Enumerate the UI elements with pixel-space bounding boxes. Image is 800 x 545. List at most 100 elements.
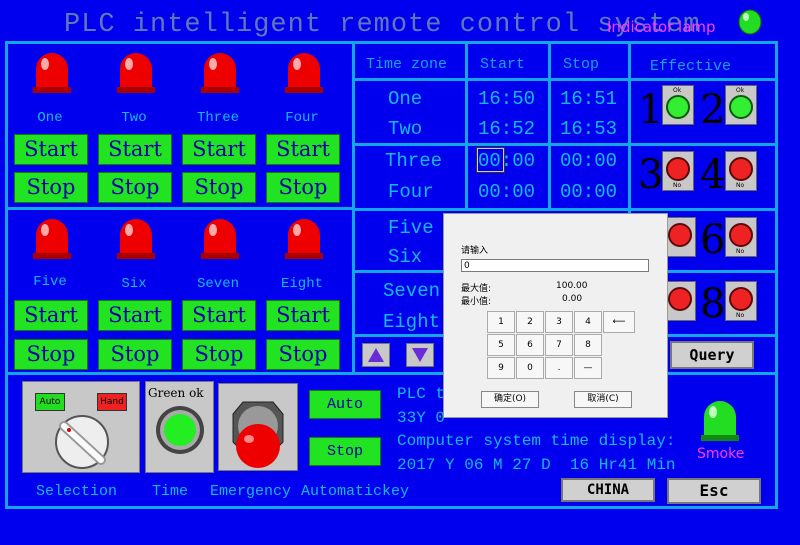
emergency-label: Emergency bbox=[210, 483, 292, 500]
page-up-button[interactable] bbox=[362, 343, 390, 367]
start-button-five[interactable]: Start bbox=[14, 300, 88, 331]
zone-start-time[interactable]: 16:50 bbox=[478, 88, 535, 110]
keypad-key[interactable]: 1 bbox=[487, 311, 515, 333]
zone-stop-time[interactable]: 00:00 bbox=[560, 181, 617, 203]
emergency-stop-button[interactable] bbox=[218, 383, 298, 471]
stop-button-main[interactable]: Stop bbox=[309, 437, 381, 466]
minute-value: 41 bbox=[617, 456, 638, 474]
effective-toggle-1[interactable]: Ok bbox=[662, 85, 694, 125]
stop-button-eight[interactable]: Stop bbox=[266, 339, 340, 370]
down-arrow-icon bbox=[412, 348, 428, 362]
keypad-key[interactable]: . bbox=[545, 357, 573, 379]
keypad-key[interactable]: 9 bbox=[487, 357, 515, 379]
esc-button[interactable]: Esc bbox=[667, 478, 761, 504]
selector-switch[interactable]: Auto Hand bbox=[22, 381, 140, 473]
ok-button[interactable]: 确定(O) bbox=[481, 391, 539, 408]
indicator-lamp-label: Indicator lamp bbox=[607, 18, 716, 36]
value-input[interactable] bbox=[461, 259, 649, 272]
zone-label: One bbox=[388, 88, 423, 110]
zone-stop-time[interactable]: 16:51 bbox=[560, 88, 617, 110]
zone-start-time[interactable]: 16:52 bbox=[478, 118, 535, 140]
red-no-button-icon bbox=[668, 287, 692, 311]
effective-toggle-2[interactable]: Ok bbox=[725, 85, 757, 125]
zone-start-time[interactable]: 00:00 bbox=[478, 181, 535, 203]
auto-button[interactable]: Auto bbox=[309, 390, 381, 419]
page-title: PLC intelligent remote control system bbox=[64, 10, 701, 40]
stop-button-three[interactable]: Stop bbox=[182, 172, 256, 203]
start-button-one[interactable]: Start bbox=[14, 134, 88, 165]
zone-start-time[interactable]: 00:00 bbox=[478, 150, 535, 172]
min-label: 最小值: bbox=[461, 297, 492, 307]
start-button-four[interactable]: Start bbox=[266, 134, 340, 165]
numeric-input-dialog: 请输入 最大值: 100.00 最小值: 0.00 1 2 3 4 ⟵ 5 6 … bbox=[443, 213, 668, 418]
lamp-label: Three bbox=[196, 110, 239, 126]
plc-info-line2: 33Y 0 bbox=[397, 409, 446, 427]
system-time-label: Computer system time display: bbox=[397, 432, 676, 450]
lamp-label: Five bbox=[33, 274, 67, 290]
table-header-timezone: Time zone bbox=[366, 56, 448, 73]
lamp-label: Six bbox=[121, 276, 147, 292]
lamp-label: One bbox=[37, 110, 63, 126]
query-button[interactable]: Query bbox=[670, 341, 754, 369]
effective-toggle-4[interactable]: No bbox=[725, 151, 757, 191]
year-unit: Y bbox=[445, 456, 455, 474]
table-line bbox=[355, 143, 775, 146]
effective-number: 8 bbox=[700, 281, 726, 327]
keypad-key[interactable]: 6 bbox=[516, 334, 544, 356]
table-line bbox=[548, 44, 551, 210]
green-lamp-icon bbox=[156, 406, 204, 454]
effective-number: 1 bbox=[638, 87, 664, 133]
stop-button-six[interactable]: Stop bbox=[98, 339, 172, 370]
start-button-six[interactable]: Start bbox=[98, 300, 172, 331]
dialog-prompt: 请输入 bbox=[461, 246, 489, 256]
zone-stop-time[interactable]: 16:53 bbox=[560, 118, 617, 140]
keypad-key[interactable]: 7 bbox=[545, 334, 573, 356]
automatickey-label: Automatickey bbox=[301, 483, 410, 500]
red-lamp-icon bbox=[117, 53, 155, 93]
stop-button-seven[interactable]: Stop bbox=[182, 339, 256, 370]
keypad-key[interactable]: 0 bbox=[516, 357, 544, 379]
effective-toggle-6[interactable]: No bbox=[725, 217, 757, 257]
rotary-knob-icon bbox=[55, 415, 109, 469]
start-button-eight[interactable]: Start bbox=[266, 300, 340, 331]
start-button-three[interactable]: Start bbox=[182, 134, 256, 165]
effective-toggle-label: No bbox=[673, 182, 682, 189]
table-line bbox=[355, 208, 775, 211]
effective-toggle-3[interactable]: No bbox=[662, 151, 694, 191]
emergency-mushroom-icon bbox=[232, 401, 284, 468]
stop-button-one[interactable]: Stop bbox=[14, 172, 88, 203]
red-lamp-icon bbox=[117, 219, 155, 259]
red-lamp-icon bbox=[201, 53, 239, 93]
effective-toggle-label: No bbox=[736, 248, 745, 255]
hour-unit: Hr bbox=[598, 456, 618, 474]
stop-button-four[interactable]: Stop bbox=[266, 172, 340, 203]
zone-stop-time[interactable]: 00:00 bbox=[560, 150, 617, 172]
max-value: 100.00 bbox=[556, 281, 588, 291]
effective-toggle-label: No bbox=[736, 182, 745, 189]
table-header-effective: Effective bbox=[650, 58, 732, 75]
stop-button-five[interactable]: Stop bbox=[14, 339, 88, 370]
backspace-key[interactable]: ⟵ bbox=[603, 311, 635, 333]
keypad-key[interactable]: 3 bbox=[545, 311, 573, 333]
red-lamp-icon bbox=[33, 53, 71, 93]
red-lamp-icon bbox=[285, 219, 323, 259]
red-lamp-icon bbox=[285, 53, 323, 93]
effective-toggle-5[interactable] bbox=[664, 217, 696, 257]
stop-button-two[interactable]: Stop bbox=[98, 172, 172, 203]
page-down-button[interactable] bbox=[406, 343, 434, 367]
keypad-key[interactable]: 5 bbox=[487, 334, 515, 356]
effective-toggle-7[interactable] bbox=[664, 281, 696, 321]
effective-toggle-8[interactable]: No bbox=[725, 281, 757, 321]
keypad-key[interactable]: — bbox=[574, 357, 602, 379]
keypad-key[interactable]: 2 bbox=[516, 311, 544, 333]
table-line bbox=[355, 78, 775, 81]
china-button[interactable]: CHINA bbox=[561, 478, 655, 502]
month-value: 06 bbox=[464, 456, 484, 474]
cancel-button[interactable]: 取消(C) bbox=[574, 391, 632, 408]
max-label: 最大值: bbox=[461, 284, 492, 294]
start-button-seven[interactable]: Start bbox=[182, 300, 256, 331]
keypad-key[interactable]: 4 bbox=[574, 311, 602, 333]
lamp-label: Eight bbox=[280, 276, 323, 292]
start-button-two[interactable]: Start bbox=[98, 134, 172, 165]
keypad-key[interactable]: 8 bbox=[574, 334, 602, 356]
